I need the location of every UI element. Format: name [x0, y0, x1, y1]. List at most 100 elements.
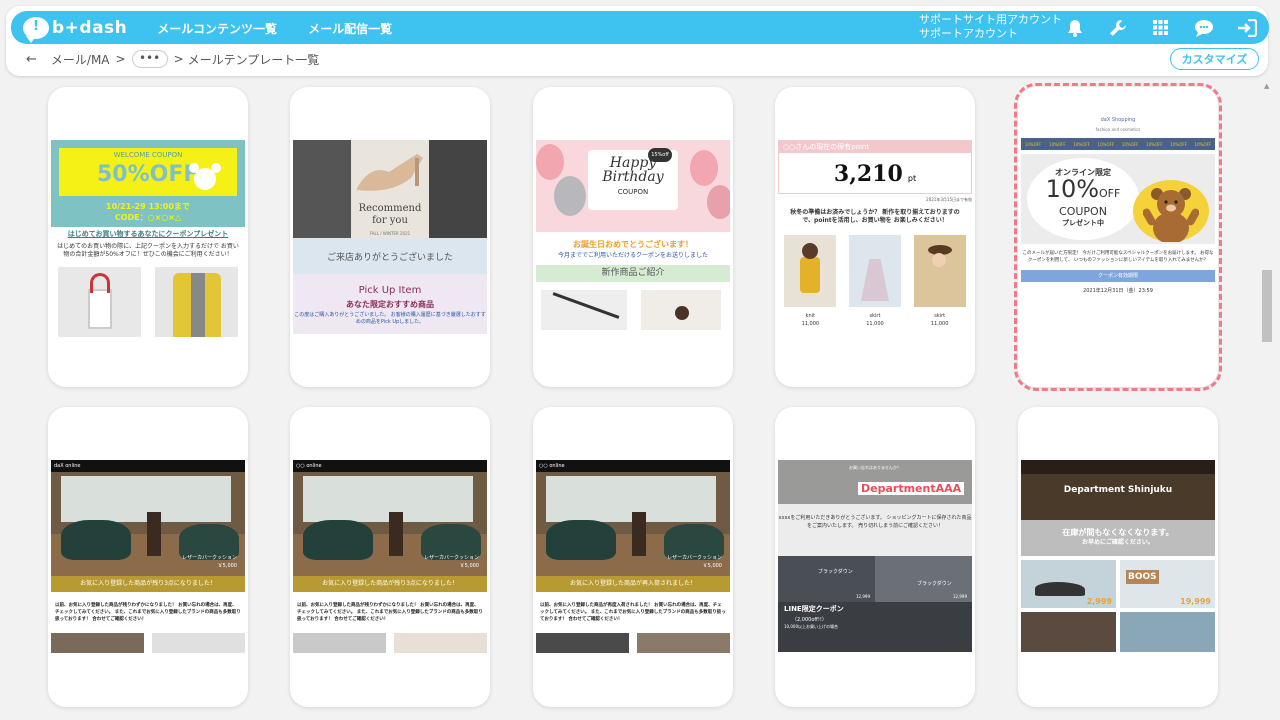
nav-mail-contents[interactable]: メールコンテンツ一覧 [157, 22, 277, 36]
breadcrumb-item-template-list: メールテンプレート一覧 [187, 52, 320, 67]
alert-banner: お気に入り登録した商品が残り3点になりました！ [293, 576, 487, 592]
dept-title: Department Shinjuku [1063, 485, 1173, 495]
template-preview: ○○ online レザーカバークッション ￥5,000 お気に入り登録した商品が… [536, 460, 730, 660]
alert-banner: お気に入り登録した商品が残り3点になりました！ [51, 576, 245, 592]
template-card-birthday[interactable]: Happy Birthday COUPON 15%off お誕生日おめでとうござ… [533, 87, 733, 387]
chat-icon[interactable] [1191, 15, 1216, 40]
template-card-restock[interactable]: ○○ online レザーカバークッション ￥5,000 お気に入り登録した商品が… [533, 407, 733, 707]
off-strip-label: 10%OFF [1170, 141, 1187, 147]
item-card: knit 11,000 [784, 235, 837, 328]
shoe-price: 2,999 [1086, 597, 1112, 606]
off-strip-label: 10%OFF [1024, 141, 1042, 147]
product-price: 12,999 [953, 594, 967, 599]
account-info[interactable]: サポートサイト用アカウント サポートアカウント [919, 13, 1062, 41]
line-coupon-note: 10,000以上お買い上げの場合 [784, 624, 838, 629]
scroll-up-arrow-icon[interactable]: ▲ [1264, 82, 1269, 90]
off-strip-label: 10%OFF [1194, 141, 1212, 147]
heel-shoe-icon [357, 154, 423, 191]
points-value: 3,210 [833, 161, 903, 187]
breadcrumb-separator: > [173, 52, 184, 66]
product-images [51, 633, 245, 653]
scrollbar-thumb[interactable] [1262, 270, 1272, 342]
hero-price: ￥5,000 [217, 563, 237, 569]
hero-price: ￥5,000 [459, 563, 479, 569]
template-preview: daX online レザーカバークッション ￥5,000 お気に入り登録した商品… [51, 460, 245, 660]
coupon-pct: 10% [1045, 175, 1100, 203]
hero-label: レザーカバークッション [181, 555, 237, 561]
points-box: ○○さんの現在の保有point 3,210 pt [778, 140, 972, 194]
breadcrumb-separator: > [115, 52, 126, 66]
template-card-favorite-stock-2[interactable]: ○○ online レザーカバークッション ￥5,000 お気に入り登録した商品が… [290, 407, 490, 707]
vertical-scrollbar[interactable]: ▲ [1262, 80, 1273, 720]
pickup-body: この度はご購入ありがとうございました。 お客様の購入履歴に基づき厳選したおすすめ… [294, 312, 486, 325]
app-logo[interactable]: ! b+dash [23, 16, 128, 43]
off-strip-label: 10%OFF [1049, 141, 1066, 147]
template-card-low-stock[interactable]: Department Shinjuku 在庫が間もなくなくなります。 お早めにご… [1018, 407, 1218, 707]
item-price: 11,000 [801, 321, 820, 327]
hero-room-image: レザーカバークッション ￥5,000 [293, 472, 487, 576]
item-card: skirt 11,000 [848, 235, 901, 328]
coupon-hero: オンライン限定 10%OFF COUPON プレゼント中 [1021, 154, 1215, 244]
item-name: skirt [869, 313, 881, 319]
coupon-date: 10/21-29 13:00まで [106, 202, 190, 211]
grid-icon[interactable] [1148, 15, 1173, 40]
template-preview: ○○さんの現在の保有point 3,210 pt 2021年3月15日まで有効 … [778, 140, 972, 340]
template-card-online-coupon-selected[interactable]: daX Shopping fashion and cosmetics 10%OF… [1014, 83, 1222, 391]
coupon-word: COUPON [1059, 205, 1107, 218]
breadcrumb-item-mail-ma[interactable]: メール/MA [51, 51, 110, 68]
off-strip-label: 10%OFF [1097, 141, 1115, 147]
pickup-block: Pick Up Item あなた限定おすすめ商品 この度はご購入ありがとうござい… [293, 274, 487, 334]
hero-label: レザーカバークッション [423, 555, 479, 561]
product-image-person [641, 290, 721, 330]
cart-top-text: お買い忘れはありませんか？ [849, 465, 901, 470]
product-price: 12,999 [856, 594, 870, 599]
template-card-points[interactable]: ○○さんの現在の保有point 3,210 pt 2021年3月15日まで有効 … [775, 87, 975, 387]
breadcrumb: ← メール/MA > ••• > メールテンプレート一覧 [26, 50, 319, 68]
hero-price: ￥5,000 [702, 563, 722, 569]
logout-icon[interactable] [1234, 15, 1259, 40]
wrench-icon[interactable] [1105, 15, 1130, 40]
template-card-recommend[interactable]: Recommend for you FALL / WINTER 2021 ご来店… [290, 87, 490, 387]
alarm-clock-icon [189, 163, 221, 190]
logo-mark-icon: ! [23, 16, 49, 43]
template-preview: ○○ online レザーカバークッション ￥5,000 お気に入り登録した商品が… [293, 460, 487, 660]
product-images [58, 267, 238, 337]
product-images [536, 633, 730, 653]
line-coupon-amount: （2,000off!!） [792, 617, 827, 623]
coupon-code: CODE：○×○×△ [114, 213, 182, 222]
bell-icon[interactable] [1062, 15, 1087, 40]
cart-products: ブラックダウン 12,999 ブラックダウン 12,999 [778, 556, 972, 602]
alert-banner: お気に入り登録した商品が再入荷されました！ [536, 576, 730, 592]
breadcrumb-more-button[interactable]: ••• [131, 50, 168, 68]
points-expiry: 2021年3月15日まで有効 [926, 197, 972, 202]
template-card-welcome-coupon[interactable]: WELCOME COUPON 50%OFF 10/21-29 13:00まで C… [48, 87, 248, 387]
birthday-greeting: お誕生日おめでとうございます！ [573, 240, 693, 249]
birthday-sub: 今月まででご利用いただけるクーポンをお送りしました [557, 252, 708, 259]
template-card-favorite-stock-1[interactable]: daX online レザーカバークッション ￥5,000 お気に入り登録した商品… [48, 407, 248, 707]
template-card-cart-reminder[interactable]: お買い忘れはありませんか？ DepartmentAAA xxxxをご利用いただき… [775, 407, 975, 707]
pickup-subtitle: あなた限定おすすめ商品 [346, 300, 434, 309]
hero-room-image: レザーカバークッション ￥5,000 [536, 472, 730, 576]
logo-text: b+dash [52, 17, 128, 38]
shoe-image-1: 2,999 [1021, 560, 1116, 608]
hero-caption: レザーカバークッション ￥5,000 [667, 554, 722, 570]
coupon-off: OFF [1099, 187, 1121, 200]
bear-icon [1143, 188, 1199, 242]
back-arrow-icon[interactable]: ← [26, 52, 37, 67]
nav-mail-delivery[interactable]: メール配信一覧 [308, 22, 392, 36]
template-preview: お買い忘れはありませんか？ DepartmentAAA xxxxをご利用いただき… [778, 460, 972, 660]
brand-bar: ○○ online [536, 460, 730, 472]
product-down-2: ブラックダウン 12,999 [875, 556, 972, 602]
account-site-name: サポートサイト用アカウント [919, 13, 1062, 26]
brand-bar: daX online [51, 460, 245, 472]
dept-hero: お買い忘れはありませんか？ DepartmentAAA [778, 460, 972, 504]
new-items-banner: 新作商品ご紹介 [536, 265, 730, 282]
customize-button[interactable]: カスタマイズ [1170, 48, 1259, 70]
coupon-present: プレゼント中 [1062, 219, 1104, 227]
alert-body: 以前、お気に入り登録した商品が再度入荷されました！ お買い忘れの場合は、再度、チ… [540, 603, 726, 622]
cart-message: xxxxをご利用いただきありがとうございます。 ショッピングカートに保存された商… [778, 515, 972, 529]
template-preview: Happy Birthday COUPON 15%off お誕生日おめでとうござ… [536, 140, 730, 340]
line-coupon-title: LINE限定クーポン [784, 605, 844, 613]
coupon-yellow-panel: WELCOME COUPON 50%OFF [59, 148, 237, 196]
product-image-bag [58, 267, 141, 337]
